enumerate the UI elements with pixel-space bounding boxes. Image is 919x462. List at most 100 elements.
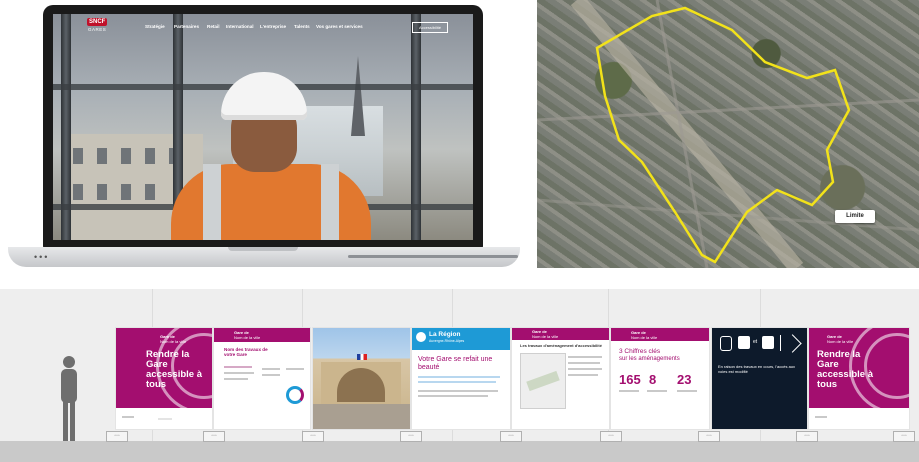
- laptop-dots-icon: •••: [34, 252, 50, 262]
- stat-value: 23: [677, 372, 692, 387]
- city-tag: Nom de la ville: [631, 335, 658, 340]
- text-line: [677, 390, 697, 392]
- text-line: [568, 356, 602, 358]
- nav-item-international[interactable]: International: [226, 24, 254, 29]
- city-tag: Nom de la ville: [160, 339, 187, 344]
- satellite-map: Limite: [537, 0, 919, 268]
- panel-title: Nom des travaux de votre Gare: [224, 347, 268, 357]
- region-brand-sub: Auvergne-Rhône-Alpes: [429, 339, 465, 343]
- panel-foot: ▫▫▫: [698, 431, 720, 442]
- site-navbar: SNCF GARES Stratégie Partenaires Retail …: [53, 14, 473, 40]
- panel-region: La Région Auvergne-Rhône-Alpes Votre Gar…: [411, 327, 511, 430]
- logo-badge: SNCF: [87, 18, 108, 26]
- text-line: [647, 390, 667, 392]
- flag-icon: [357, 354, 367, 360]
- city-tag: Nom de la ville: [234, 335, 261, 340]
- panel-works-info: Gare de Nom de la ville Nom des travaux …: [213, 327, 311, 430]
- panel-foot: ▫▫▫: [893, 431, 915, 442]
- nav-item-gares-services[interactable]: Vos gares et services: [316, 24, 363, 29]
- panel-plan: Gare de Nom de la ville Les travaux d'am…: [511, 327, 610, 430]
- plan-zone: [526, 370, 560, 392]
- access-text: En raison des travaux en cours, l'accès …: [718, 364, 796, 374]
- vest-stripe: [321, 164, 339, 240]
- divider: [780, 335, 781, 351]
- text-line: [262, 368, 280, 370]
- text-line: [418, 381, 496, 383]
- ground-strip: [0, 441, 919, 462]
- nav-item-retail[interactable]: Retail: [207, 24, 220, 29]
- website-screenshot: SNCF GARES Stratégie Partenaires Retail …: [53, 14, 473, 240]
- text-line: [619, 390, 639, 392]
- sncf-logo[interactable]: SNCF GARES: [87, 18, 115, 36]
- site-plan: [520, 353, 566, 409]
- text-line: [568, 362, 600, 364]
- worker-vest: [171, 164, 371, 240]
- panel-station-photo: [312, 327, 411, 430]
- panel-title: 3 Chiffres clés: [619, 348, 661, 355]
- hard-hat: [221, 72, 307, 120]
- panel-title: Rendre la Gare accessible à tous: [817, 349, 873, 390]
- text-line: [418, 390, 498, 392]
- text-line: [568, 374, 598, 376]
- panel-subtitle: sur les aménagements: [619, 356, 680, 362]
- laptop-bar: [348, 255, 518, 258]
- magenta-header: [611, 328, 709, 341]
- accessibility-button[interactable]: Accessibilité: [412, 22, 448, 33]
- forecourt: [313, 404, 410, 429]
- panel-foot: ▫▫▫: [302, 431, 324, 442]
- magenta-header: [512, 328, 609, 340]
- text-line: [815, 416, 827, 418]
- text-line: [158, 418, 172, 420]
- person-silhouette-icon: [61, 356, 77, 441]
- panel-access-change: et En raison des travaux en cours, l'acc…: [711, 327, 808, 430]
- panel-accessibility-repeat: Gare de Nom de la ville Rendre la Gare a…: [808, 327, 910, 430]
- boundary-label: Limite: [835, 210, 875, 223]
- region-brand: La Région: [429, 331, 461, 338]
- text-line: [224, 366, 252, 368]
- logo-subtext: GARES: [88, 27, 107, 32]
- laptop-base: •••: [8, 247, 520, 267]
- panel-key-figures: Gare de Nom de la ville 3 Chiffres clés …: [610, 327, 710, 430]
- separator-text: et: [753, 339, 758, 345]
- panel-foot: ▫▫▫: [400, 431, 422, 442]
- panel-title: Votre Gare se refait une beauté: [418, 356, 493, 371]
- panel-foot: ▫▫▫: [796, 431, 818, 442]
- stairs-icon: [783, 334, 802, 353]
- text-line: [224, 372, 254, 374]
- city-tag: Nom de la ville: [827, 339, 854, 344]
- church-spire: [351, 56, 365, 136]
- region-logo-icon: [416, 332, 426, 342]
- nav-item-talents[interactable]: Talents: [294, 24, 310, 29]
- text-line: [286, 368, 304, 370]
- city-tag: Nom de la ville: [532, 334, 559, 339]
- panel-accessibility: Gare de Nom de la ville Rendre la Gare a…: [115, 327, 213, 430]
- road: [537, 98, 919, 122]
- platform-icon: [738, 336, 750, 349]
- laptop-notch: [228, 247, 298, 251]
- text-line: [224, 378, 248, 380]
- road: [655, 0, 709, 268]
- text-line: [568, 368, 602, 370]
- panel-foot: ▫▫▫: [203, 431, 225, 442]
- vest-stripe: [203, 164, 221, 240]
- text-line: [262, 374, 280, 376]
- stat-value: 165: [619, 372, 641, 387]
- text-line: [122, 416, 134, 418]
- panel-title: Les travaux d'aménagement d'accessibilit…: [520, 343, 602, 348]
- perimeter-boundary: [595, 6, 851, 264]
- nav-item-strategie[interactable]: Stratégie: [145, 24, 165, 29]
- map-overlay: [537, 0, 919, 268]
- panel-foot: ▫▫▫: [500, 431, 522, 442]
- nav-item-entreprise[interactable]: L'entreprise: [260, 24, 286, 29]
- platform-icon: [762, 336, 774, 349]
- train-icon: [720, 336, 732, 351]
- stat-value: 8: [649, 372, 657, 387]
- panel-foot: ▫▫▫: [600, 431, 622, 442]
- panel-foot: ▫▫▫: [106, 431, 128, 442]
- donut-chart-icon: [286, 386, 304, 404]
- nav-item-partenaires[interactable]: Partenaires: [174, 24, 199, 29]
- magenta-header: [214, 328, 310, 342]
- panel-title: Rendre la Gare accessible à tous: [146, 349, 202, 390]
- text-line: [418, 395, 488, 397]
- text-line: [418, 376, 500, 378]
